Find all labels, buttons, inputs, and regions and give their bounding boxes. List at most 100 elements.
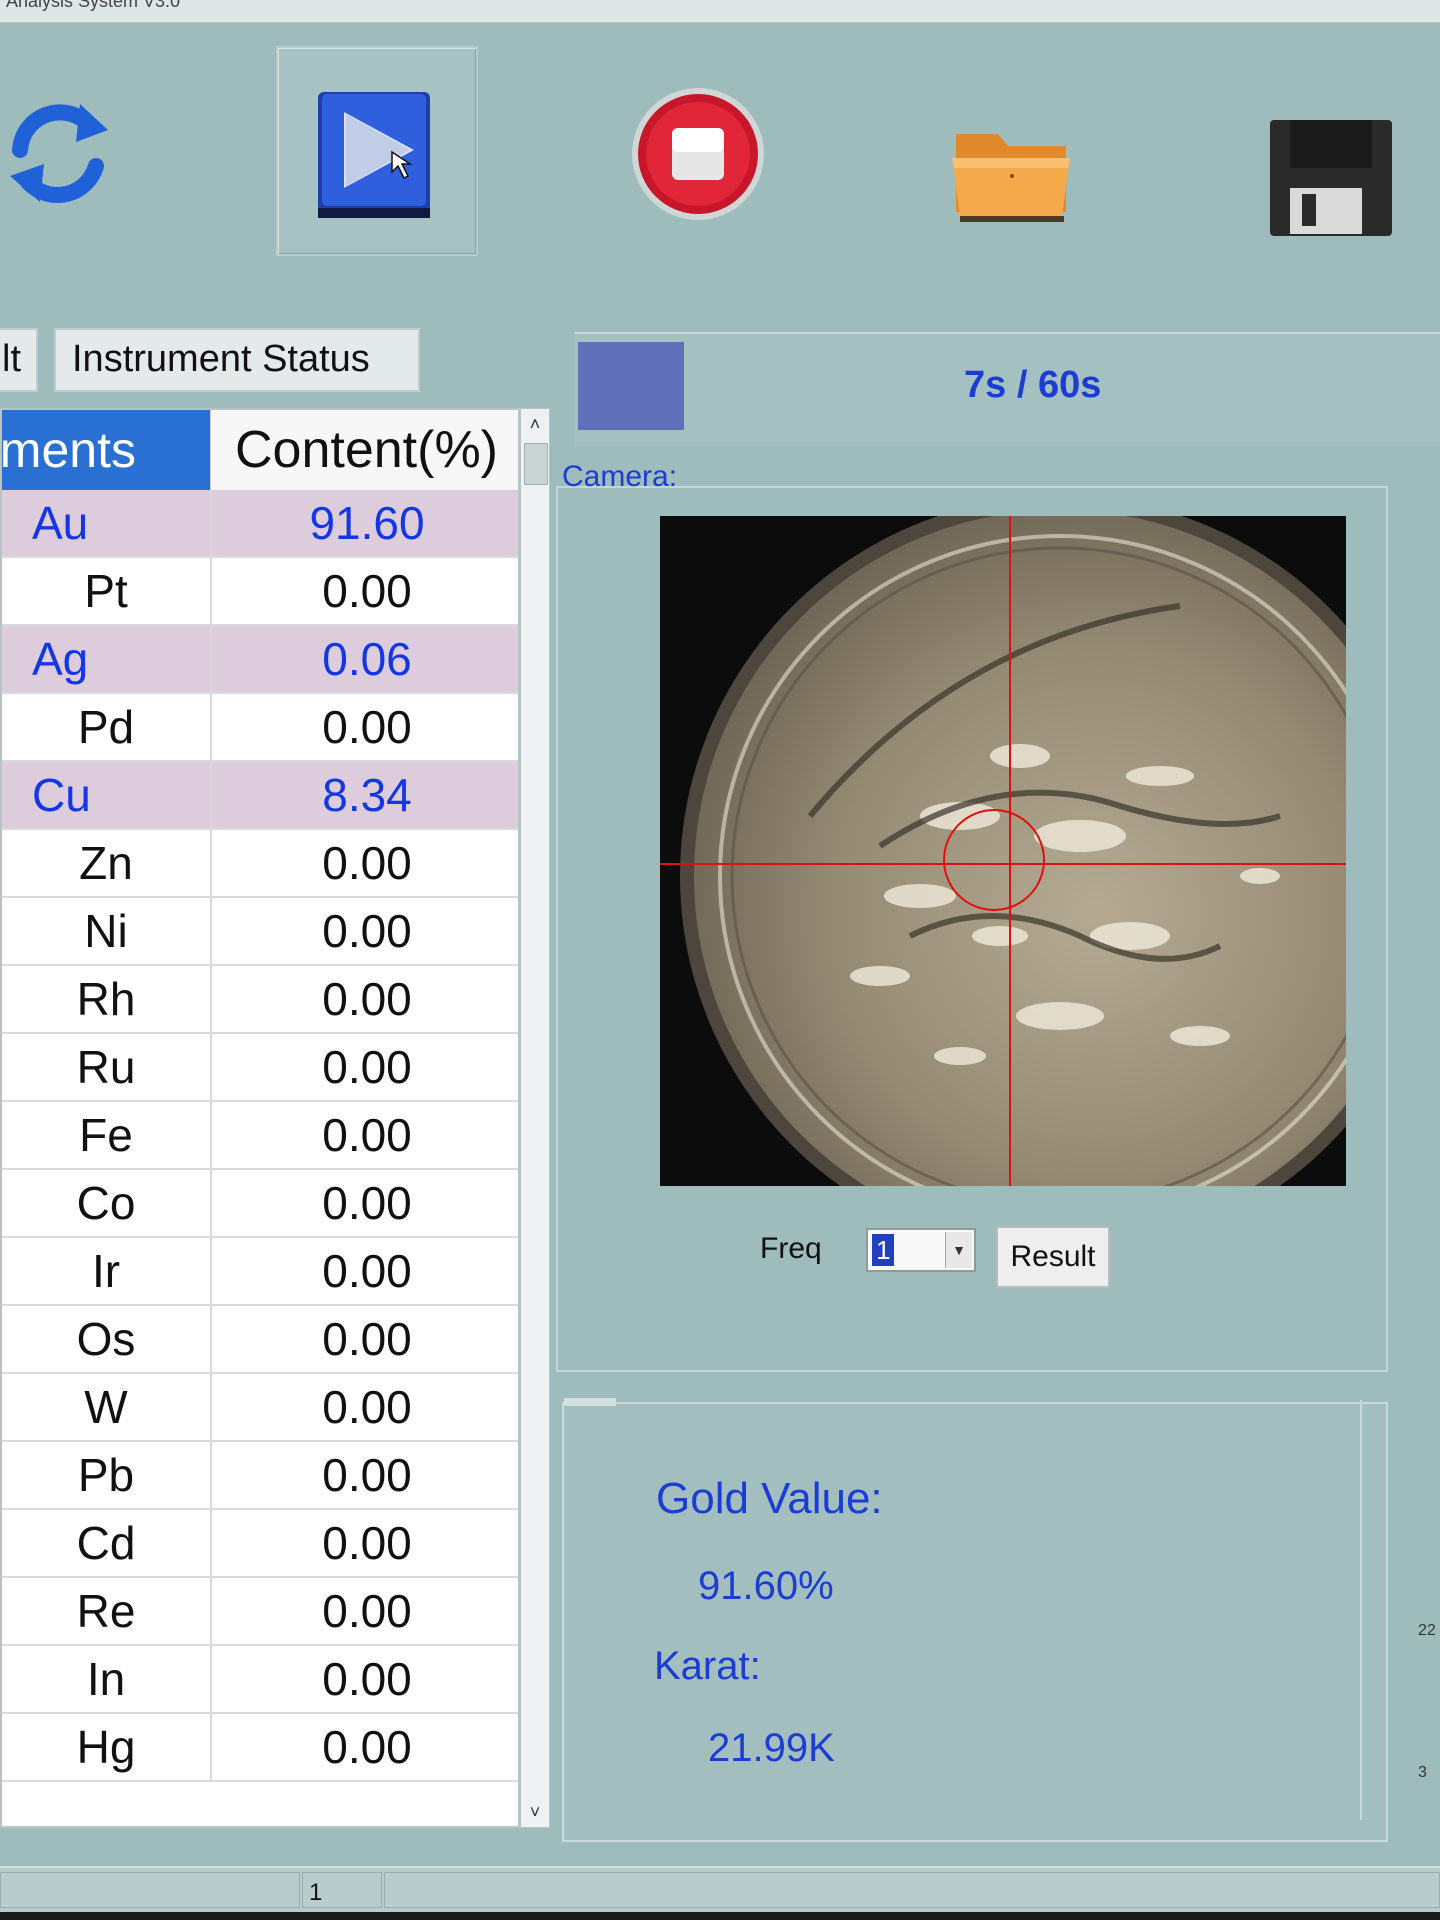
- gold-value: 91.60%: [698, 1564, 834, 1608]
- table-row[interactable]: Ag 0.06: [2, 626, 518, 694]
- measurement-progress: 7s / 60s: [574, 332, 1440, 446]
- table-row[interactable]: Rh 0.00: [2, 966, 518, 1034]
- bottom-edge: [0, 1912, 1440, 1920]
- element-cell: Pb: [77, 1449, 135, 1501]
- column-header-elements[interactable]: ements: [2, 410, 210, 490]
- content-cell: 91.60: [210, 490, 518, 556]
- stop-button[interactable]: [620, 80, 770, 230]
- progress-bar-fill: [578, 342, 684, 430]
- status-bar: 1: [0, 1866, 1440, 1914]
- scroll-thumb[interactable]: [524, 443, 548, 485]
- camera-label: Camera:: [562, 460, 678, 493]
- gold-value-label: Gold Value:: [656, 1474, 883, 1523]
- camera-view: [660, 496, 1440, 1256]
- table-row[interactable]: Os 0.00: [2, 1306, 518, 1374]
- karat-value: 21.99K: [708, 1726, 835, 1770]
- table-row[interactable]: Ir 0.00: [2, 1238, 518, 1306]
- table-row[interactable]: Re 0.00: [2, 1578, 518, 1646]
- element-cell: Ni: [84, 905, 128, 957]
- table-row[interactable]: Zn 0.00: [2, 830, 518, 898]
- table-row[interactable]: Pd 0.00: [2, 694, 518, 762]
- table-row[interactable]: Ni 0.00: [2, 898, 518, 966]
- content-cell: 0.00: [210, 694, 518, 760]
- element-cell: Rh: [76, 973, 136, 1025]
- ruler-mark-22: 22: [1418, 1622, 1436, 1639]
- table-row[interactable]: In 0.00: [2, 1646, 518, 1714]
- element-cell: Pd: [77, 701, 135, 753]
- tab-result-label: lt: [2, 338, 21, 380]
- table-row[interactable]: Pt 0.00: [2, 558, 518, 626]
- table-body: Au 91.60 Pt 0.00 Ag 0.06 Pd 0.00 Cu 8.34 Zn 0.00 Ni 0…: [2, 490, 518, 1782]
- element-cell: Ru: [76, 1041, 136, 1093]
- element-cell: Ag: [32, 633, 89, 685]
- table-scrollbar[interactable]: ˄ ˅: [520, 408, 550, 1828]
- table-row[interactable]: Hg 0.00: [2, 1714, 518, 1782]
- freq-value: 1: [872, 1234, 895, 1266]
- content-cell: 0.00: [210, 1170, 518, 1236]
- column-header-content[interactable]: Content(%): [210, 410, 518, 490]
- freq-select[interactable]: 1 ▼: [866, 1228, 976, 1272]
- element-cell: Ir: [91, 1245, 121, 1297]
- element-cell: W: [84, 1381, 128, 1433]
- content-cell: 0.00: [210, 558, 518, 624]
- save-button[interactable]: [1262, 114, 1396, 240]
- content-cell: 0.00: [210, 1374, 518, 1440]
- content-cell: 0.00: [210, 830, 518, 896]
- table-row[interactable]: Cd 0.00: [2, 1510, 518, 1578]
- element-cell: Hg: [76, 1721, 136, 1773]
- tab-instrument-status[interactable]: Instrument Status: [54, 328, 420, 392]
- karat-label: Karat:: [654, 1644, 761, 1688]
- content-cell: 0.00: [210, 898, 518, 964]
- content-cell: 0.00: [210, 966, 518, 1032]
- table-row[interactable]: Fe 0.00: [2, 1102, 518, 1170]
- table-row[interactable]: Co 0.00: [2, 1170, 518, 1238]
- chevron-down-icon[interactable]: ▼: [945, 1232, 972, 1268]
- window-title: Analysis System V3.0: [6, 0, 181, 11]
- element-cell: Co: [76, 1177, 136, 1229]
- floppy-disk-icon: [1270, 120, 1392, 236]
- gold-result-panel: [562, 1398, 1388, 1842]
- content-cell: 0.00: [210, 1306, 518, 1372]
- refresh-button[interactable]: [0, 90, 120, 210]
- element-cell: Os: [76, 1313, 136, 1365]
- panel-divider: [1360, 1400, 1362, 1820]
- content-cell: 0.00: [210, 1714, 518, 1780]
- content-cell: 0.00: [210, 1238, 518, 1304]
- result-button[interactable]: Result: [996, 1226, 1110, 1288]
- scroll-up-icon[interactable]: ˄: [526, 415, 544, 433]
- start-button[interactable]: [276, 46, 478, 256]
- element-cell: Cu: [32, 769, 91, 821]
- coin-image: [660, 496, 1440, 1256]
- content-cell: 0.00: [210, 1102, 518, 1168]
- content-cell: 0.06: [210, 626, 518, 692]
- freq-label: Freq: [760, 1232, 822, 1265]
- content-cell: 0.00: [210, 1646, 518, 1712]
- content-cell: 0.00: [210, 1578, 518, 1644]
- table-row[interactable]: Ru 0.00: [2, 1034, 518, 1102]
- content-cell: 0.00: [210, 1034, 518, 1100]
- status-cell-1-text: 1: [309, 1879, 323, 1906]
- tab-instrument-status-label: Instrument Status: [72, 338, 370, 380]
- tab-result[interactable]: lt: [0, 328, 38, 392]
- table-row[interactable]: W 0.00: [2, 1374, 518, 1442]
- element-cell: Cd: [76, 1517, 136, 1569]
- table-row[interactable]: Au 91.60: [2, 490, 518, 558]
- element-cell: Au: [32, 497, 89, 549]
- toolbar: [0, 30, 1440, 270]
- element-cell: In: [86, 1653, 126, 1705]
- status-cell-2: [384, 1872, 1440, 1908]
- window-titlebar: Analysis System V3.0: [0, 0, 1440, 23]
- content-cell: 0.00: [210, 1510, 518, 1576]
- element-cell: Re: [76, 1585, 136, 1637]
- elements-table: ements Content(%) Au 91.60 Pt 0.00 Ag 0.06 Pd 0…: [0, 408, 520, 1828]
- content-cell: 0.00: [210, 1442, 518, 1508]
- table-header: ements Content(%): [2, 410, 518, 490]
- panel-tab-nub: [564, 1398, 616, 1406]
- scroll-down-icon[interactable]: ˅: [526, 1803, 544, 1821]
- refresh-icon: [10, 104, 108, 203]
- element-cell: Pt: [84, 565, 128, 617]
- open-folder-button[interactable]: [946, 112, 1082, 232]
- element-cell: Zn: [79, 837, 133, 889]
- table-row[interactable]: Pb 0.00: [2, 1442, 518, 1510]
- table-row[interactable]: Cu 8.34: [2, 762, 518, 830]
